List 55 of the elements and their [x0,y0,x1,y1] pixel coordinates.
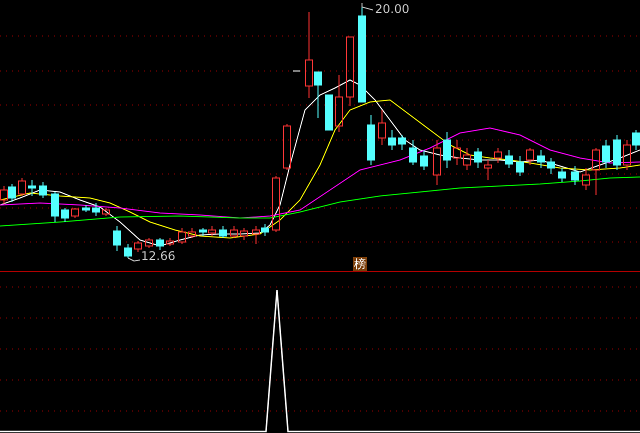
candlestick [582,168,590,190]
candlestick [230,226,238,238]
candlestick [378,110,386,146]
candlestick [558,168,566,182]
candlestick [463,148,471,170]
candlestick [124,244,132,258]
candlestick [474,148,482,168]
candlestick [494,148,502,164]
candlestick [134,240,142,252]
candlestick [283,124,291,170]
candlestick [409,140,417,166]
candlestick [571,166,579,186]
candlestick [18,178,26,196]
candlestick [272,176,280,232]
candlestick [178,228,186,244]
candlestick [156,238,164,250]
candlestick [51,192,59,222]
candlestick [453,140,461,166]
badge: 榜 [353,257,367,271]
candlestick [39,182,47,198]
candlestick [71,208,79,218]
candlestick [28,180,36,196]
candlestick [188,228,196,238]
candlestick [420,150,428,170]
candlestick [547,158,555,174]
candlestick [602,140,610,168]
candlestick [92,202,100,216]
candlestick [398,134,406,150]
candlestick [240,228,248,240]
low-price-label: 12.66 [141,249,176,263]
candlestick [367,114,375,166]
candlestick [145,238,153,248]
candlestick [516,156,524,176]
candlestick [82,204,90,212]
candlestick [166,238,174,246]
candlestick [325,94,333,130]
candlestick [613,134,621,170]
candlestick [592,148,600,196]
high-price-label: 20.00 [375,2,410,16]
candlestick [388,130,396,150]
candlestick [61,208,69,222]
candlestick [433,140,441,186]
candlestick [526,148,534,166]
candlestick [505,150,513,168]
candlestick [335,74,343,132]
leader-line [362,2,374,10]
candlestick [219,226,227,238]
candlestick [113,226,121,252]
candlestick [443,132,451,168]
leader-line [128,258,140,262]
candlestick [346,36,354,106]
candlestick [484,160,492,180]
candlestick [102,208,110,216]
price-tick-mark [292,70,300,72]
candlestick [537,150,545,168]
